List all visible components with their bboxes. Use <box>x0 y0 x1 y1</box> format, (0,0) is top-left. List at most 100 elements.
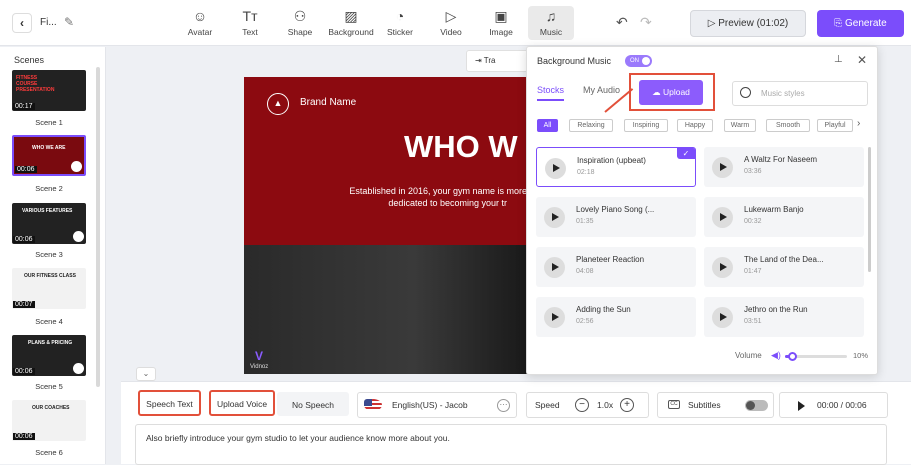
scenes-scrollbar[interactable] <box>96 67 100 387</box>
scene-thumbnail-1[interactable]: FITNESS COURSE PRESENTATION 00:17 <box>12 70 86 111</box>
scene-thumbnail-6[interactable]: OUR COACHES 00:06 <box>12 400 86 441</box>
music-toggle[interactable]: ON <box>625 55 652 67</box>
brand-logo-icon: ▲ <box>267 93 289 115</box>
sticker-icon: ◔ <box>395 8 405 24</box>
slide-headline[interactable]: WHO W <box>404 129 518 165</box>
image-icon: ▣ <box>494 8 508 24</box>
track-item[interactable]: Jethro on the Run 03:51 <box>704 297 864 337</box>
back-button[interactable]: ‹ <box>12 13 32 33</box>
play-icon[interactable] <box>712 207 733 228</box>
generate-button[interactable]: ⎘ Generate <box>817 10 904 37</box>
track-duration: 00:32 <box>744 218 762 225</box>
track-list-scrollbar[interactable] <box>868 147 871 272</box>
collapse-toggle[interactable]: ⌄ <box>136 367 156 381</box>
scene-thumbnail-2[interactable]: WHO WE ARE 00:06 <box>12 135 86 176</box>
scene-thumbnail-3[interactable]: VARIOUS FEATURES 00:06 <box>12 203 86 244</box>
track-item[interactable]: Inspiration (upbeat) 02:18 ✓ <box>536 147 696 187</box>
voice-selector[interactable]: English(US) - Jacob ··· <box>357 392 517 418</box>
tool-label: Image <box>489 27 513 37</box>
script-textarea[interactable]: Also briefly introduce your gym studio t… <box>135 424 887 465</box>
speed-decrease-icon[interactable]: − <box>575 398 589 412</box>
tool-background[interactable]: ▨ Background <box>327 8 375 37</box>
play-button[interactable]: 00:00 / 00:06 <box>779 392 888 418</box>
transition-button[interactable]: ⇥ Tra <box>466 50 529 72</box>
track-duration: 02:18 <box>577 169 595 176</box>
track-duration: 02:56 <box>576 318 594 325</box>
track-item[interactable]: Lukewarm Banjo 00:32 <box>704 197 864 237</box>
slide-body-text[interactable]: Established in 2016, your gym name is mo… <box>294 185 527 209</box>
track-item[interactable]: The Land of the Dea... 01:47 <box>704 247 864 287</box>
tool-image[interactable]: ▣ Image <box>478 8 524 37</box>
play-icon[interactable] <box>544 257 565 278</box>
chip-all[interactable]: All <box>537 119 558 132</box>
chip-relaxing[interactable]: Relaxing <box>569 119 613 132</box>
chip-smooth[interactable]: Smooth <box>766 119 810 132</box>
play-icon[interactable] <box>712 307 733 328</box>
chip-warm[interactable]: Warm <box>724 119 756 132</box>
play-time: 00:00 / 00:06 <box>817 400 867 410</box>
scene-label: Scene 1 <box>35 118 63 127</box>
speaker-icon[interactable]: ◀) <box>771 350 781 361</box>
chevron-right-icon[interactable]: › <box>857 118 860 129</box>
tab-stocks[interactable]: Stocks <box>537 85 565 101</box>
tool-label: Sticker <box>387 27 413 37</box>
track-item[interactable]: Lovely Piano Song (... 01:35 <box>536 197 696 237</box>
tool-video[interactable]: ▷ Video <box>428 8 474 37</box>
brand-name[interactable]: Brand Name <box>300 97 356 108</box>
tab-my-audio[interactable]: My Audio <box>583 85 620 95</box>
scene-label: Scene 6 <box>35 448 63 457</box>
project-name[interactable]: Fi... <box>40 17 57 28</box>
preview-button[interactable]: ▷ Preview (01:02) <box>690 10 806 37</box>
redo-icon[interactable]: ↷ <box>640 14 652 31</box>
tool-shape[interactable]: ⚇ Shape <box>277 8 323 37</box>
scene-thumbnail-5[interactable]: PLANS & PRICING 00:06 <box>12 335 86 376</box>
tool-label: Avatar <box>187 27 213 37</box>
video-icon: ▷ <box>445 8 457 24</box>
play-icon[interactable] <box>712 257 733 278</box>
tool-avatar[interactable]: ☺ Avatar <box>177 8 223 37</box>
background-icon: ▨ <box>344 8 358 24</box>
track-item[interactable]: Adding the Sun 02:56 <box>536 297 696 337</box>
tool-sticker[interactable]: ◔ Sticker <box>377 8 423 37</box>
scene-label: Scene 2 <box>35 184 63 193</box>
upload-button[interactable]: ☁ Upload <box>639 80 703 105</box>
tool-label: Video <box>440 27 462 37</box>
avatar-icon: ☺ <box>192 8 208 24</box>
scene-duration: 00:06 <box>13 433 35 440</box>
text-icon: Tт <box>242 8 258 24</box>
scene-label: Scene 3 <box>35 250 63 259</box>
scene-thumbnail-4[interactable]: OUR FITNESS CLASS 00:07 <box>12 268 86 309</box>
track-item[interactable]: Planeteer Reaction 04:08 <box>536 247 696 287</box>
play-icon[interactable] <box>545 158 566 179</box>
upload-voice-tab[interactable]: Upload Voice <box>209 390 275 416</box>
pin-icon[interactable]: ⊥ <box>834 54 843 65</box>
more-options-icon[interactable]: ··· <box>497 399 510 412</box>
track-duration: 03:36 <box>744 168 762 175</box>
play-icon[interactable] <box>544 207 565 228</box>
volume-slider[interactable] <box>785 352 847 361</box>
chip-playful[interactable]: Playful <box>817 119 853 132</box>
music-search-input[interactable]: Music styles <box>732 81 868 106</box>
speed-control: Speed − 1.0x + <box>526 392 649 418</box>
scene-duration: 00:06 <box>13 368 35 375</box>
track-name: A Waltz For Naseem <box>744 155 818 164</box>
undo-icon[interactable]: ↶ <box>616 14 628 31</box>
volume-handle[interactable] <box>788 352 798 361</box>
speed-increase-icon[interactable]: + <box>620 398 634 412</box>
track-name: Lovely Piano Song (... <box>576 205 655 214</box>
chip-happy[interactable]: Happy <box>677 119 713 132</box>
subtitles-toggle[interactable] <box>745 400 768 411</box>
no-speech-tab[interactable]: No Speech <box>277 392 349 416</box>
speech-text-tab[interactable]: Speech Text <box>138 390 201 416</box>
preview-label: Preview (01:02) <box>718 18 789 29</box>
track-item[interactable]: A Waltz For Naseem 03:36 <box>704 147 864 187</box>
tool-music[interactable]: ♫ Music <box>528 6 574 40</box>
play-icon[interactable] <box>712 157 733 178</box>
edit-name-icon[interactable]: ✎ <box>64 15 74 29</box>
tool-text[interactable]: Tт Text <box>227 8 273 37</box>
shape-icon: ⚇ <box>293 8 307 24</box>
chip-inspiring[interactable]: Inspiring <box>624 119 668 132</box>
slide-canvas[interactable]: ▲ Brand Name WHO W Established in 2016, … <box>244 77 527 374</box>
play-icon[interactable] <box>544 307 565 328</box>
close-icon[interactable]: ✕ <box>857 53 867 67</box>
